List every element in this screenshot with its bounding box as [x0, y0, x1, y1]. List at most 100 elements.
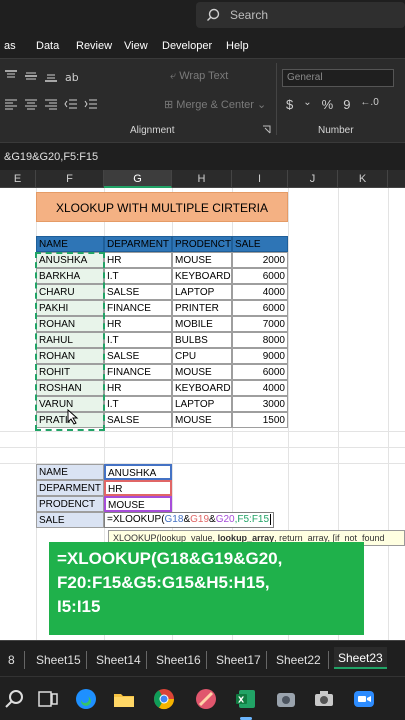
table-cell[interactable]: ROHAN [36, 348, 104, 364]
table-header-product[interactable]: PRODENCT [172, 236, 232, 252]
table-header-sale[interactable]: SALE [232, 236, 288, 252]
table-cell[interactable]: CPU [172, 348, 232, 364]
table-cell[interactable]: 3000 [232, 396, 288, 412]
table-cell[interactable]: CHARU [36, 284, 104, 300]
chrome-icon[interactable] [152, 687, 176, 711]
table-cell[interactable]: ANUSHKA [36, 252, 104, 268]
excel-icon[interactable]: X [234, 687, 258, 711]
sheet-tab[interactable]: Sheet22 [276, 651, 321, 669]
menu-item-view[interactable]: View [124, 40, 148, 52]
formula-edit-cell[interactable]: =XLOOKUP(G18&G19&G20,F5:F15 [104, 512, 274, 528]
currency-icon[interactable]: $ [286, 97, 293, 112]
align-top-icon[interactable] [4, 69, 18, 83]
menu-item-review[interactable]: Review [76, 40, 112, 52]
align-right-icon[interactable] [44, 97, 58, 111]
sheet-tab[interactable]: Sheet17 [216, 651, 261, 669]
table-cell[interactable]: SALSE [104, 284, 172, 300]
table-cell[interactable]: MOUSE [172, 252, 232, 268]
sheet-tab[interactable]: 8 [8, 651, 15, 669]
zoom-app-icon[interactable] [352, 687, 376, 711]
search-box[interactable]: Search [196, 2, 405, 28]
table-cell[interactable]: 2000 [232, 252, 288, 268]
percent-icon[interactable]: % [322, 97, 334, 112]
table-cell[interactable]: BARKHA [36, 268, 104, 284]
column-header-g[interactable]: G [104, 170, 172, 188]
sheet-title[interactable]: XLOOKUP WITH MULTIPLE CIRTERIA [36, 192, 288, 222]
file-explorer-icon[interactable] [112, 687, 136, 711]
table-cell[interactable]: I.T [104, 268, 172, 284]
table-cell[interactable]: SALSE [104, 412, 172, 428]
align-center-icon[interactable] [24, 97, 38, 111]
table-cell[interactable]: BULBS [172, 332, 232, 348]
table-cell[interactable]: LAPTOP [172, 284, 232, 300]
task-view-icon[interactable] [36, 687, 60, 711]
table-cell[interactable]: HR [104, 380, 172, 396]
lookup-label-name[interactable]: NAME [36, 464, 104, 480]
menu-item-help[interactable]: Help [226, 40, 249, 52]
table-cell[interactable]: 8000 [232, 332, 288, 348]
table-cell[interactable]: KEYBOARD [172, 268, 232, 284]
table-cell[interactable]: I.T [104, 396, 172, 412]
number-format-select[interactable]: General [282, 69, 394, 87]
table-cell[interactable]: ROSHAN [36, 380, 104, 396]
align-left-icon[interactable] [4, 97, 18, 111]
table-cell[interactable]: FINANCE [104, 300, 172, 316]
table-cell[interactable]: MOBILE [172, 316, 232, 332]
table-cell[interactable]: 9000 [232, 348, 288, 364]
menu-item-formulas[interactable]: as [4, 40, 16, 52]
sheet-tab-active[interactable]: Sheet23 [334, 647, 387, 669]
edge-icon[interactable] [74, 687, 98, 711]
table-cell[interactable]: 1500 [232, 412, 288, 428]
table-cell[interactable]: MOUSE [172, 364, 232, 380]
table-cell[interactable]: HR [104, 316, 172, 332]
sheet-tab[interactable]: Sheet14 [96, 651, 141, 669]
lookup-label-product[interactable]: PRODENCT [36, 496, 104, 512]
lookup-label-sale[interactable]: SALE [36, 512, 104, 528]
table-cell[interactable]: MOUSE [172, 412, 232, 428]
menu-item-developer[interactable]: Developer [162, 40, 212, 52]
formula-bar[interactable]: &G19&G20,F5:F15 [0, 142, 405, 170]
sheet-tab[interactable]: Sheet15 [36, 651, 81, 669]
column-header-h[interactable]: H [172, 170, 232, 188]
table-cell[interactable]: RAHUL [36, 332, 104, 348]
lookup-input-department[interactable]: HR [104, 480, 172, 496]
column-header-k[interactable]: K [338, 170, 388, 188]
wrap-text-button[interactable]: ⤶ Wrap Text [170, 70, 228, 83]
table-cell[interactable]: FINANCE [104, 364, 172, 380]
table-header-name[interactable]: NAME [36, 236, 104, 252]
lookup-input-product[interactable]: MOUSE [104, 496, 172, 512]
table-cell[interactable]: ROHAN [36, 316, 104, 332]
search-icon[interactable] [2, 687, 26, 711]
table-header-department[interactable]: DEPARMENT [104, 236, 172, 252]
table-cell[interactable]: PRINTER [172, 300, 232, 316]
worksheet-grid[interactable]: XLOOKUP WITH MULTIPLE CIRTERIA NAME DEPA… [0, 188, 405, 640]
dialog-launcher-icon[interactable] [262, 125, 271, 134]
column-header-e[interactable]: E [0, 170, 36, 188]
merge-center-button[interactable]: ⊞ Merge & Center ⌄ [164, 98, 266, 111]
table-cell[interactable]: 6000 [232, 268, 288, 284]
camera-app-icon[interactable] [312, 687, 336, 711]
table-cell[interactable]: PAKHI [36, 300, 104, 316]
chevron-down-icon[interactable]: ⌄ [257, 99, 266, 111]
column-header-j[interactable]: J [288, 170, 338, 188]
table-cell[interactable]: KEYBOARD [172, 380, 232, 396]
table-cell[interactable]: 4000 [232, 380, 288, 396]
lookup-label-department[interactable]: DEPARMENT [36, 480, 104, 496]
align-bottom-icon[interactable] [44, 69, 58, 83]
orientation-icon[interactable]: ab [64, 69, 78, 83]
table-cell[interactable]: I.T [104, 332, 172, 348]
paint-app-icon[interactable] [194, 687, 218, 711]
decrease-indent-icon[interactable] [64, 97, 78, 111]
table-cell[interactable]: 6000 [232, 300, 288, 316]
table-cell[interactable]: SALSE [104, 348, 172, 364]
table-cell[interactable]: LAPTOP [172, 396, 232, 412]
increase-decimal-icon[interactable]: ←.0 [360, 97, 378, 112]
lookup-input-name[interactable]: ANUSHKA [104, 464, 172, 480]
table-cell[interactable]: 7000 [232, 316, 288, 332]
column-header-i[interactable]: I [232, 170, 288, 188]
table-cell[interactable]: 6000 [232, 364, 288, 380]
increase-indent-icon[interactable] [84, 97, 98, 111]
recorder-icon[interactable] [274, 687, 298, 711]
chevron-down-icon[interactable]: ⌄ [303, 97, 311, 112]
table-cell[interactable]: 4000 [232, 284, 288, 300]
